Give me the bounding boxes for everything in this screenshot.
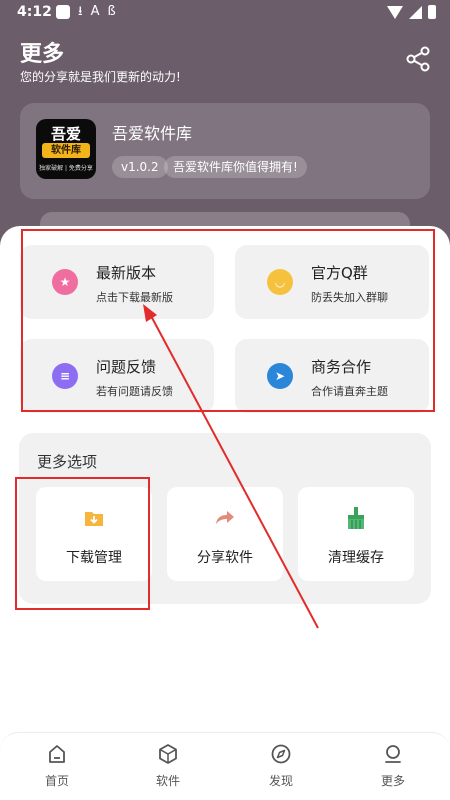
nav-item-discover[interactable]: 发现 xyxy=(251,743,311,789)
nav-label: 发现 xyxy=(268,774,293,788)
nav-item-software[interactable]: 软件 xyxy=(138,743,198,789)
nav-item-home[interactable]: 首页 xyxy=(27,743,87,789)
box-icon xyxy=(159,744,177,764)
nav-label: 软件 xyxy=(155,774,180,788)
compass-icon xyxy=(271,744,291,764)
user-icon xyxy=(385,745,401,763)
bottom-navigation: 首页 软件 发现 更多 xyxy=(0,732,450,800)
nav-item-more[interactable]: 更多 xyxy=(363,743,423,789)
nav-label: 更多 xyxy=(380,774,405,788)
nav-label: 首页 xyxy=(44,774,69,788)
home-icon xyxy=(49,745,65,763)
annotation-arrow xyxy=(143,304,319,629)
